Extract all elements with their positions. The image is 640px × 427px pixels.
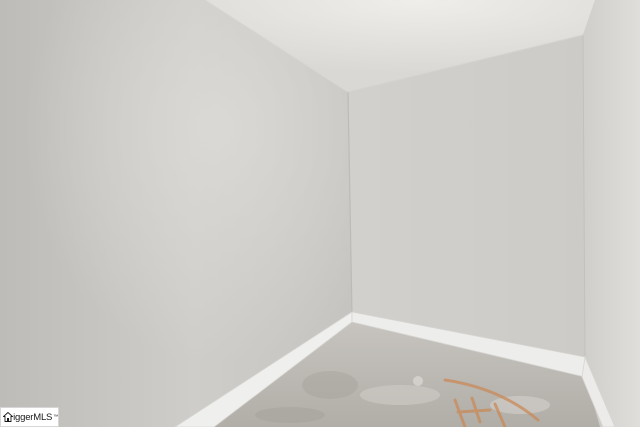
watermark-text: iggerMLS [13, 411, 53, 423]
watermark: iggerMLS ™ [0, 407, 59, 427]
room-illustration [0, 0, 640, 427]
room-photo: iggerMLS ™ [0, 0, 640, 427]
right-wall [583, 0, 640, 427]
watermark-trademark: ™ [53, 414, 58, 420]
house-icon [3, 412, 13, 422]
